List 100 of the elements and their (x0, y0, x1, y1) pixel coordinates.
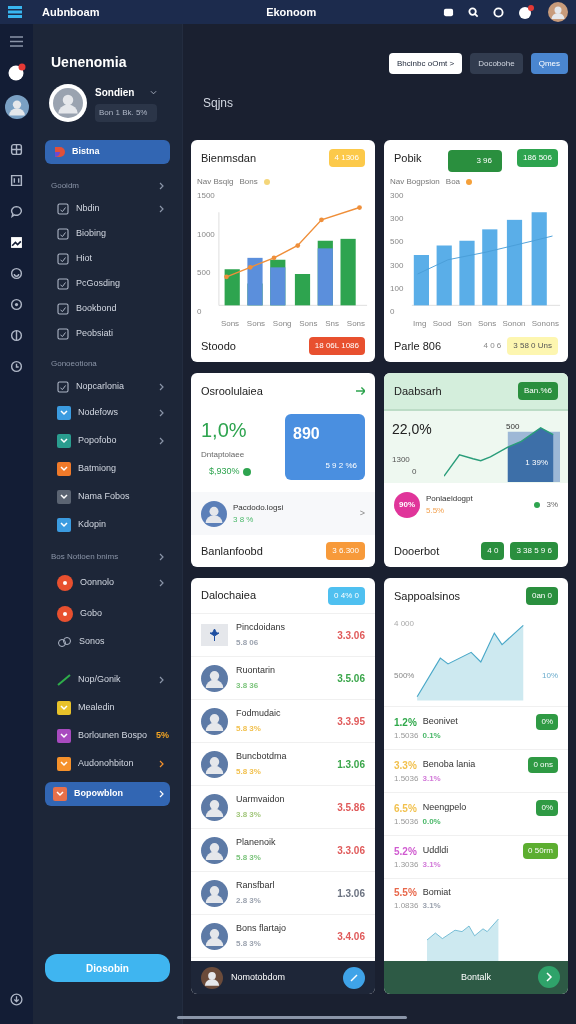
sidebar-item[interactable]: Sonos (45, 629, 170, 654)
axis-label: Sons (299, 318, 318, 330)
axis-label: Sons (346, 318, 366, 330)
more-link[interactable]: > (359, 506, 365, 521)
sidebar-item[interactable]: Gobo (45, 598, 170, 629)
axis-tick: 1300 (392, 454, 411, 466)
axis-tick: 0 (411, 466, 418, 478)
row-name: Uddldi (422, 844, 450, 858)
chat-icon[interactable] (10, 205, 23, 218)
percent-label: 5% (156, 729, 170, 743)
chevron-right-icon[interactable] (159, 676, 164, 684)
edit-button-icon[interactable] (343, 966, 365, 989)
sidebar-item[interactable]: PcGosding (45, 271, 170, 296)
square-outline-icon (57, 277, 69, 290)
chevron-right-icon[interactable] (159, 553, 164, 561)
sidebar-item[interactable]: Nbdin (45, 196, 170, 221)
card-title: Bienmsdan (201, 150, 257, 166)
chevron-right-icon[interactable] (159, 437, 164, 445)
value-badge: 3 58 0 Uns (507, 337, 558, 355)
sidebar-item[interactable]: Borlounen Bospo 5% (45, 722, 170, 750)
sidebar-item[interactable]: Nopcarlonia (45, 374, 170, 399)
next-button-icon[interactable] (538, 966, 560, 988)
search-icon[interactable] (468, 6, 479, 18)
sidebar-item[interactable]: Biobing (45, 221, 170, 246)
row-value: 1.3.06 (337, 886, 365, 901)
percent-value: 1,0% (201, 417, 248, 443)
data-point (357, 205, 362, 210)
sidebar-item[interactable]: Hiot (45, 246, 170, 271)
menu-grid-icon[interactable] (8, 6, 22, 18)
change-value: $,930% (209, 464, 240, 478)
globe-icon[interactable] (10, 329, 23, 342)
value-badge: 0 50rm (523, 843, 558, 859)
sidebar-item[interactable]: Popofobo (45, 427, 170, 455)
percent-value: 22,0% (392, 420, 433, 439)
percent-value: 5.2% (394, 844, 417, 859)
legend-label: Boa (445, 176, 461, 188)
toolbar-button[interactable]: Docobohe (470, 53, 523, 74)
sidebar-item[interactable]: Mealedin (45, 694, 170, 722)
row-sub: 1.5036 (394, 730, 419, 742)
sidebar-item[interactable]: Bookbond (45, 296, 170, 321)
row-name: Ruontarin (236, 664, 277, 678)
axis-tick: 1000 (197, 230, 216, 239)
value-badge: 3 38 5 9 6 (510, 542, 558, 560)
chevron-right-icon[interactable] (159, 382, 164, 391)
square-outline-icon (57, 302, 69, 315)
chat-bubble-icon[interactable] (7, 63, 26, 81)
status-value: 3% (546, 499, 558, 511)
row-name: Uarmvaidon (236, 793, 286, 807)
sidebar-item[interactable]: Audonohbiton (45, 750, 170, 778)
row-value: 1.3.06 (337, 757, 365, 772)
chevron-right-icon[interactable] (159, 204, 164, 213)
avatar-silhouette-icon (4, 95, 29, 119)
chevron-right-icon[interactable] (159, 182, 164, 190)
chart-tag: 1 39% (525, 457, 548, 469)
area-fill (507, 427, 554, 482)
caption: Dntaptolaee (201, 448, 246, 461)
sidebar-item[interactable]: Batmiong (45, 455, 170, 483)
chevron-right-icon[interactable] (159, 578, 164, 587)
axis-tick: 500 (197, 269, 212, 278)
row-sub: 5.5% (426, 505, 446, 517)
legend-label: Nav Bsqig (197, 176, 234, 188)
download-icon[interactable] (10, 993, 23, 1006)
sidebar-item[interactable]: Nodefows (45, 399, 170, 427)
sidebar-item[interactable]: Bistna (45, 140, 170, 164)
card-footer-label: Stoodo (201, 338, 236, 354)
axis-tick: 0 (197, 307, 203, 316)
axis-label: Song (272, 318, 292, 330)
menu-icon[interactable] (10, 36, 23, 47)
sidebar-item[interactable]: Peobsiati (45, 321, 170, 346)
smile-icon[interactable] (10, 267, 23, 280)
sidebar-item[interactable]: Kdopin (45, 511, 170, 539)
axis-tick: 10% (542, 670, 558, 682)
link-icon (57, 635, 72, 648)
bar (436, 245, 452, 306)
row-name: Fodmudaic (236, 707, 282, 721)
scroll-bar[interactable] (177, 1016, 407, 1019)
sidebar-item[interactable]: Nop/Gonik (45, 666, 170, 694)
toolbar-button[interactable]: Qmes (530, 53, 568, 74)
notification-icon[interactable] (518, 5, 534, 19)
sidebar-item[interactable]: Bopowblon (45, 782, 170, 806)
square-outline-icon (57, 227, 69, 240)
axis-tick: 1500 (197, 192, 216, 200)
clock-icon[interactable] (10, 360, 23, 373)
chart-icon[interactable] (10, 236, 23, 249)
calendar-icon[interactable] (10, 174, 23, 187)
chevron-down-icon[interactable] (150, 89, 158, 95)
sidebar-item[interactable]: Oonnolo (45, 567, 170, 598)
grid-icon[interactable] (10, 143, 23, 156)
target-icon[interactable] (10, 298, 23, 311)
axis-label: Sons (220, 318, 240, 330)
person-sub: 3 8 % (233, 513, 255, 526)
chevron-right-icon[interactable] (159, 409, 164, 417)
avatar-silhouette-icon (201, 793, 228, 821)
sidebar-item[interactable]: Nama Fobos (45, 483, 170, 511)
row-name: Buncbotdma (236, 750, 288, 764)
row-name: Ransfbarl (236, 879, 276, 893)
box-icon[interactable] (443, 6, 454, 18)
avatar-silhouette-icon (548, 2, 568, 22)
toolbar-button[interactable]: Bhcinbc oOmt > (389, 53, 463, 74)
chevron-right-icon[interactable] (159, 760, 164, 768)
